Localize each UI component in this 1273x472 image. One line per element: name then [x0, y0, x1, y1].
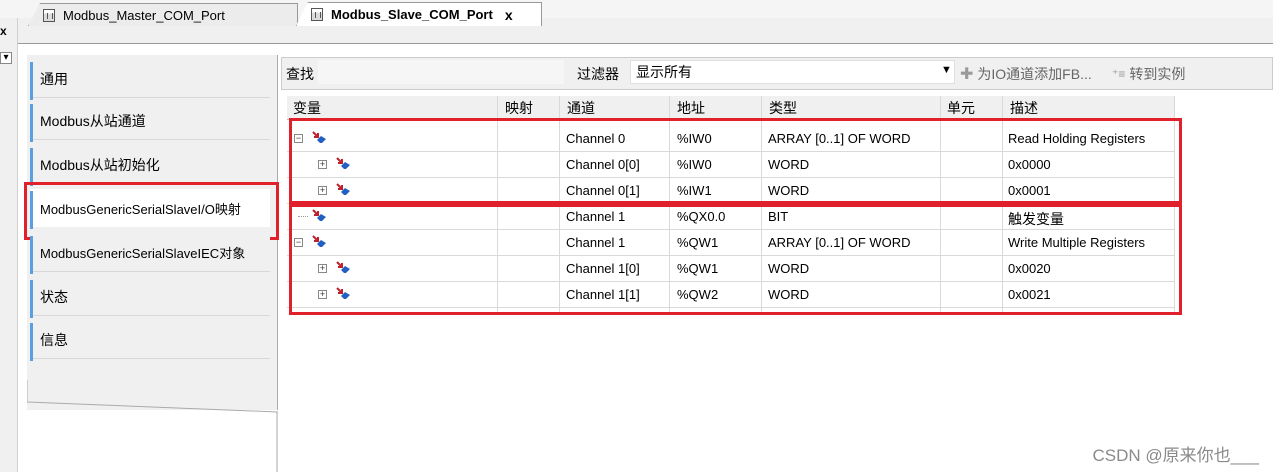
column-header-variable[interactable]: 变量	[293, 98, 321, 118]
chevron-down-icon[interactable]: ▼	[941, 64, 952, 76]
column-header-type[interactable]: 类型	[769, 98, 797, 118]
sidebar-accent	[30, 236, 33, 274]
left-gutter	[0, 18, 18, 472]
highlight-box-nav	[24, 182, 279, 240]
sidebar-accent	[30, 104, 33, 142]
goto-instance-label: 转到实例	[1129, 66, 1186, 82]
tab-label: Modbus_Slave_COM_Port	[331, 7, 493, 22]
device-icon	[311, 8, 323, 21]
sidebar-accent	[30, 323, 33, 361]
dropdown-arrow-icon[interactable]: ▾	[0, 52, 12, 64]
sidebar-item-label: 信息	[40, 331, 68, 348]
sidebar-item-label: 状态	[40, 288, 68, 305]
add-fb-label: 为IO通道添加FB...	[977, 66, 1092, 82]
sidebar-item-iec-objects[interactable]: ModbusGenericSerialSlaveIEC对象	[30, 234, 270, 274]
table-header	[287, 96, 1175, 120]
sidebar-accent	[30, 148, 33, 186]
tab-modbus-master[interactable]: Modbus_Master_COM_Port	[28, 3, 298, 26]
column-header-unit[interactable]: 单元	[947, 98, 975, 118]
highlight-box-inputs	[289, 118, 1182, 204]
sidebar-item-label: Modbus从站通道	[40, 112, 146, 129]
tab-modbus-slave[interactable]: Modbus_Slave_COM_Port x	[296, 2, 542, 26]
sidebar-item-slave-channel[interactable]: Modbus从站通道	[30, 102, 270, 142]
sidebar-item-label: ModbusGenericSerialSlaveIEC对象	[40, 246, 246, 261]
watermark: CSDN @原来你也___	[1092, 446, 1259, 465]
sidebar-item-slave-init[interactable]: Modbus从站初始化	[30, 146, 270, 186]
plus-icon: ✚	[960, 66, 974, 83]
sidebar-item-info[interactable]: 信息	[30, 321, 270, 361]
device-icon	[43, 8, 55, 22]
sidebar-accent	[30, 62, 33, 100]
column-header-address[interactable]: 地址	[677, 98, 705, 118]
highlight-box-outputs	[289, 204, 1182, 315]
close-icon[interactable]: x	[0, 24, 7, 38]
filter-value: 显示所有	[636, 64, 692, 80]
column-header-channel[interactable]: 通道	[567, 98, 595, 118]
sidebar-item-status[interactable]: 状态	[30, 278, 270, 318]
column-header-description[interactable]: 描述	[1010, 98, 1038, 118]
tab-label: Modbus_Master_COM_Port	[63, 7, 225, 23]
filter-select[interactable]: 显示所有	[630, 60, 955, 84]
search-label: 查找	[286, 66, 314, 82]
sidebar-accent	[30, 280, 33, 318]
sidebar-bottom-edge	[27, 380, 278, 472]
goto-icon: ⁺≡	[1112, 67, 1126, 81]
tab-close-icon[interactable]: x	[505, 7, 513, 23]
add-fb-button[interactable]: ✚ 为IO通道添加FB...	[960, 64, 1092, 84]
goto-instance-button[interactable]: ⁺≡ 转到实例	[1112, 64, 1185, 84]
filter-label: 过滤器	[577, 66, 619, 82]
sidebar-item-label: 通用	[40, 70, 68, 87]
search-input[interactable]	[318, 60, 564, 84]
sidebar-item-label: Modbus从站初始化	[40, 156, 160, 173]
sidebar-item-general[interactable]: 通用	[30, 60, 270, 100]
column-header-mapping[interactable]: 映射	[505, 98, 533, 118]
